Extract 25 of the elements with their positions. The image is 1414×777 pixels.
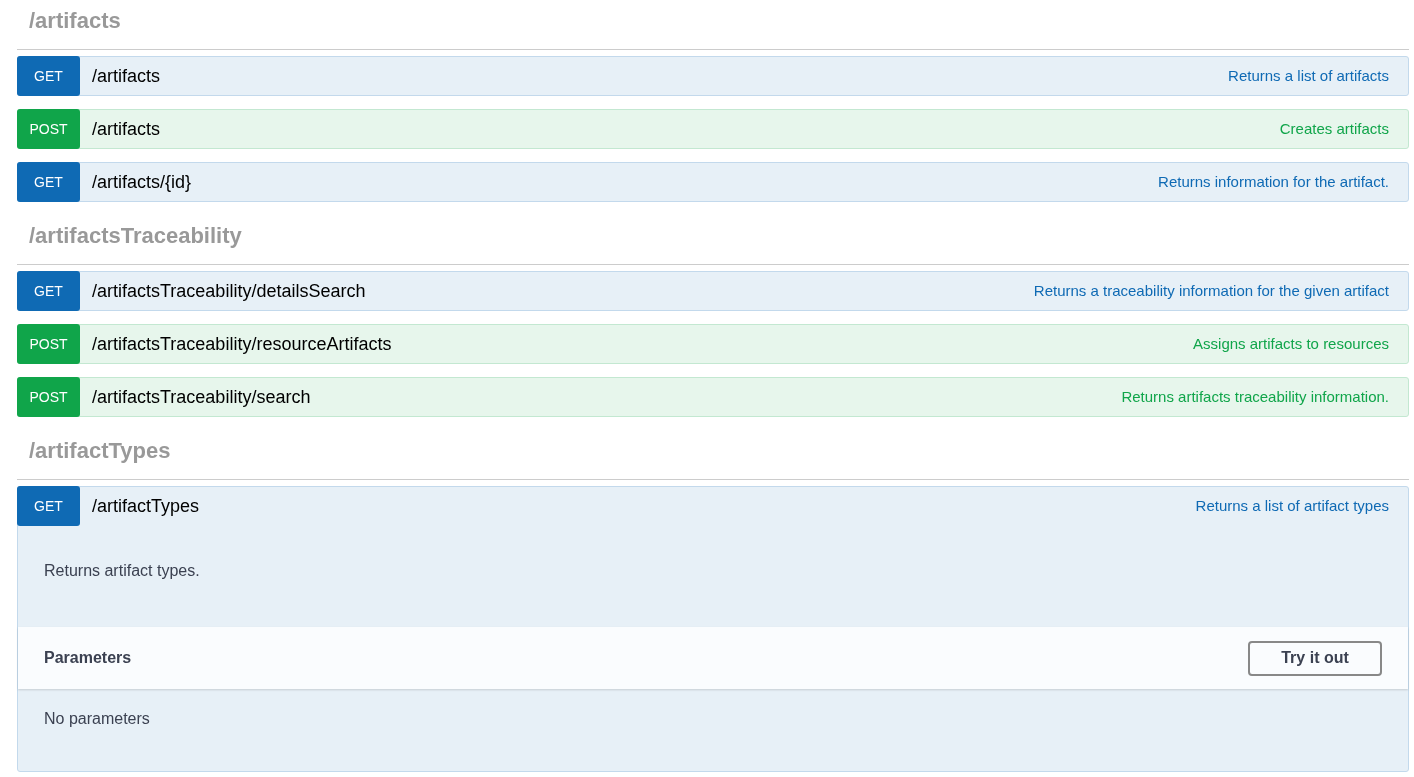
- try-it-out-button[interactable]: Try it out: [1248, 640, 1382, 676]
- method-badge: POST: [17, 377, 80, 417]
- endpoint-path[interactable]: /artifactTypes: [92, 492, 200, 520]
- method-badge: POST: [17, 324, 80, 364]
- method-badge: GET: [17, 56, 80, 96]
- endpoint-path[interactable]: /artifactsTraceability/search: [92, 383, 311, 411]
- endpoint-summary: Returns a list of artifact types: [1195, 495, 1389, 516]
- method-badge: POST: [17, 109, 80, 149]
- endpoint-path[interactable]: /artifacts/{id}: [92, 168, 192, 196]
- method-badge: GET: [17, 162, 80, 202]
- parameters-title: Parameters: [44, 648, 132, 668]
- endpoint-summary: Returns a traceability information for the given artifact: [1033, 280, 1389, 301]
- endpoint-path[interactable]: /artifacts: [92, 115, 161, 143]
- endpoint-summary: Returns artifacts traceability information.: [1121, 386, 1389, 407]
- endpoint-path[interactable]: /artifacts: [92, 62, 161, 90]
- endpoint-summary: Assigns artifacts to resources: [1193, 333, 1389, 354]
- endpoint-path[interactable]: /artifactsTraceability/resourceArtifacts: [92, 330, 392, 358]
- endpoint-path[interactable]: /artifactsTraceability/detailsSearch: [92, 277, 366, 305]
- operation-description: Returns artifact types.: [43, 561, 201, 581]
- method-badge: GET: [17, 486, 80, 526]
- endpoint-summary: Returns a list of artifacts: [1228, 65, 1389, 86]
- endpoint-summary: Returns information for the artifact.: [1158, 171, 1389, 192]
- parameters-text: No parameters: [43, 709, 151, 729]
- method-badge: GET: [17, 271, 80, 311]
- endpoint-summary: Creates artifacts: [1279, 118, 1389, 139]
